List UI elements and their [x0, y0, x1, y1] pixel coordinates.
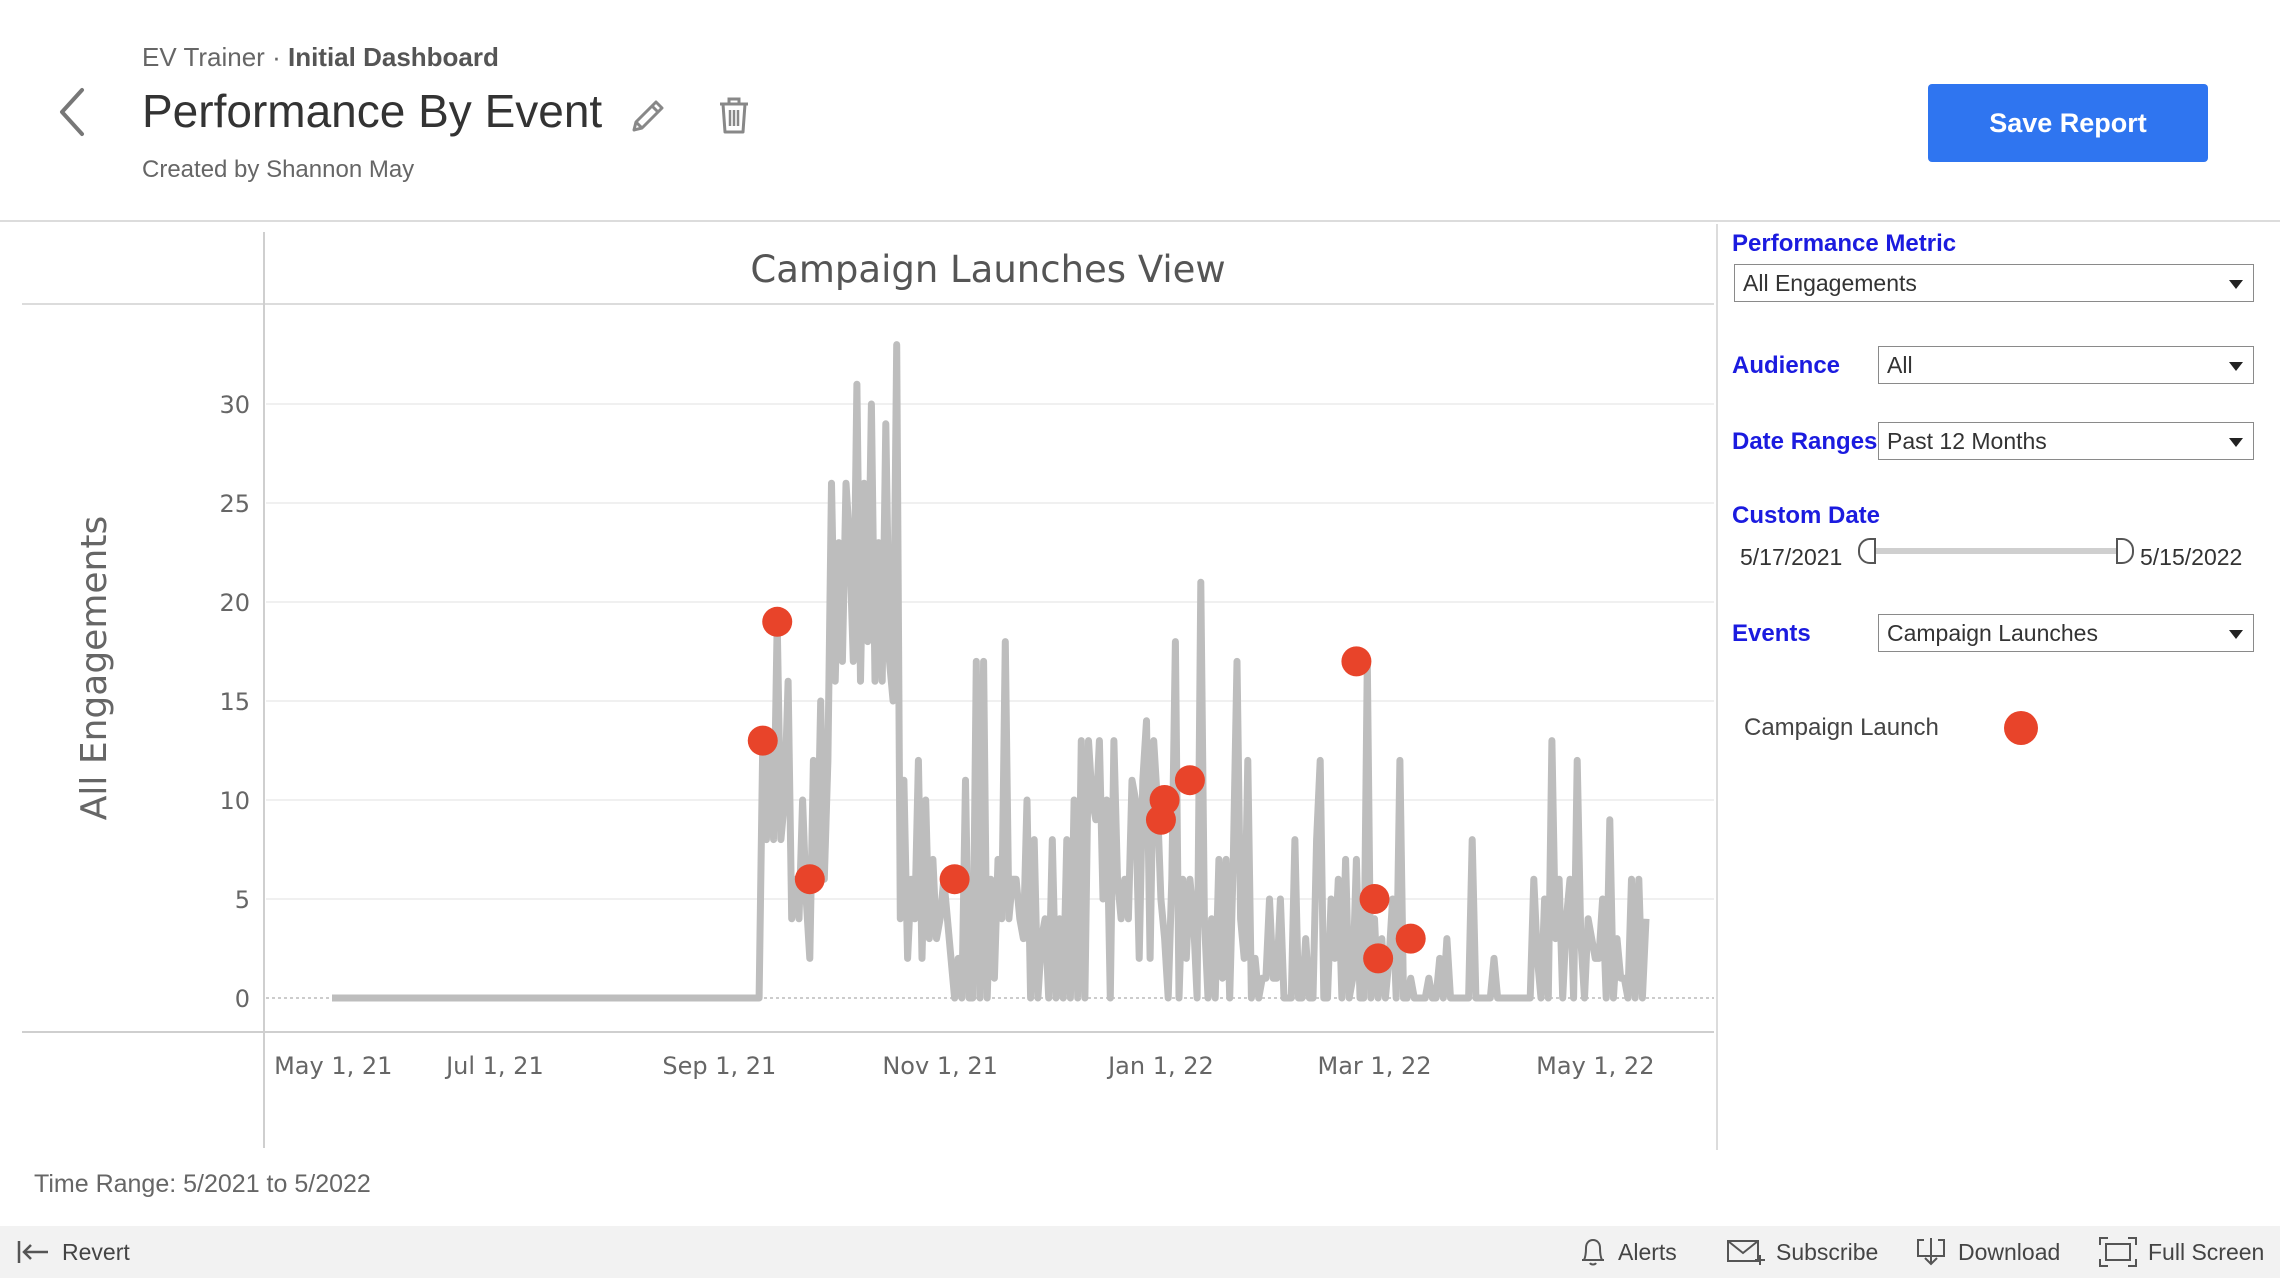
y-tick-label: 5 [235, 886, 250, 914]
campaign-launches-chart[interactable]: Campaign Launches View All Engagements 0… [0, 224, 1716, 1150]
mail-plus-icon [1727, 1240, 1765, 1265]
alerts-button[interactable]: Alerts [1578, 1234, 1677, 1270]
x-tick-label: May 1, 21 [274, 1052, 392, 1080]
date-ranges-label: Date Ranges [1732, 428, 1878, 455]
custom-date-start-handle[interactable] [1858, 538, 1876, 564]
full-screen-icon [2099, 1237, 2137, 1267]
events-label: Events [1732, 620, 1811, 647]
y-tick-label: 25 [219, 490, 250, 518]
performance-metric-select[interactable]: All Engagements [1734, 264, 2254, 302]
events-select[interactable]: Campaign Launches [1878, 614, 2254, 652]
y-tick-label: 0 [235, 985, 250, 1013]
custom-date-end: 5/15/2022 [2140, 544, 2243, 570]
campaign-launch-marker [1149, 785, 1180, 815]
dropdown-arrow-icon [2229, 280, 2243, 289]
created-by: Created by Shannon May [142, 156, 415, 183]
breadcrumb: EV Trainer · Initial Dashboard [142, 42, 499, 73]
dropdown-arrow-icon [2229, 630, 2243, 639]
campaign-launch-marker [794, 864, 825, 895]
revert-button[interactable]: Revert [16, 1234, 130, 1270]
subscribe-button[interactable]: Subscribe [1726, 1234, 1878, 1270]
engagement-series-line [332, 341, 1650, 1002]
y-tick-layer: 0 5 10 15 20 25 30 [219, 391, 250, 1013]
custom-date-start: 5/17/2021 [1740, 544, 1843, 570]
bell-icon [1582, 1238, 1604, 1266]
full-screen-label: Full Screen [2148, 1238, 2265, 1265]
campaign-launch-marker [1359, 884, 1390, 914]
y-tick-label: 20 [219, 589, 250, 617]
y-axis-label: All Engagements [74, 516, 115, 820]
download-label: Download [1958, 1238, 2061, 1265]
download-button[interactable]: Download [1914, 1234, 2060, 1270]
custom-date-slider-track[interactable] [1866, 548, 2118, 554]
x-tick-label: Jul 1, 21 [444, 1052, 544, 1080]
legend-marker [2004, 711, 2038, 745]
full-screen-button[interactable]: Full Screen [2098, 1234, 2264, 1270]
campaign-launch-marker [1341, 646, 1372, 677]
revert-label: Revert [62, 1238, 130, 1265]
breadcrumb-dashboard: Initial Dashboard [287, 42, 499, 72]
page-title: Performance By Event [142, 85, 603, 137]
bottom-toolbar: Revert Alerts Subscribe Download Full Sc… [0, 1226, 2280, 1278]
pencil-icon[interactable] [626, 94, 670, 138]
legend-label: Campaign Launch [1744, 714, 1939, 741]
campaign-launch-marker [1395, 923, 1426, 954]
campaign-launch-marker [747, 725, 778, 756]
x-tick-label: Sep 1, 21 [662, 1052, 776, 1080]
alerts-label: Alerts [1618, 1238, 1677, 1265]
revert-icon [17, 1241, 48, 1263]
chart-container: Campaign Launches View All Engagements 0… [0, 224, 1716, 1150]
custom-date-label: Custom Date [1732, 502, 1881, 529]
y-tick-label: 15 [219, 688, 250, 716]
breadcrumb-workbook[interactable]: EV Trainer [142, 42, 265, 72]
audience-label: Audience [1732, 352, 1841, 379]
x-tick-label: Nov 1, 21 [882, 1052, 998, 1080]
y-tick-label: 30 [219, 391, 250, 419]
audience-select[interactable]: All [1878, 346, 2254, 384]
x-tick-label: Jan 1, 22 [1106, 1052, 1214, 1080]
y-tick-label: 10 [219, 787, 250, 815]
audience-value: All [1887, 352, 1913, 378]
time-range-note: Time Range: 5/2021 to 5/2022 [34, 1170, 371, 1198]
x-tick-label: Mar 1, 22 [1318, 1052, 1432, 1080]
performance-metric-label: Performance Metric [1732, 230, 1957, 257]
date-ranges-select[interactable]: Past 12 Months [1878, 422, 2254, 460]
back-arrow-icon[interactable] [52, 82, 92, 142]
date-ranges-value: Past 12 Months [1887, 428, 2047, 454]
chart-title: Campaign Launches View [750, 248, 1225, 291]
download-icon [1917, 1238, 1945, 1266]
save-report-button[interactable]: Save Report [1928, 84, 2208, 162]
series-line-layer [332, 341, 1650, 1002]
subscribe-label: Subscribe [1776, 1238, 1879, 1265]
performance-metric-value: All Engagements [1743, 270, 1917, 296]
campaign-launch-marker [1363, 943, 1394, 974]
x-tick-layer: May 1, 21 Jul 1, 21 Sep 1, 21 Nov 1, 21 Jan … [274, 1052, 1654, 1080]
campaign-launch-marker [939, 864, 970, 895]
x-tick-label: May 1, 22 [1536, 1052, 1654, 1080]
campaign-launch-marker [762, 606, 793, 637]
dashboard-header: EV Trainer · Initial Dashboard Performan… [0, 0, 2280, 222]
breadcrumb-separator: · [272, 42, 281, 72]
campaign-launch-marker [1174, 765, 1205, 796]
dropdown-arrow-icon [2229, 362, 2243, 371]
events-value: Campaign Launches [1887, 620, 2098, 646]
trash-icon[interactable] [714, 94, 754, 138]
dropdown-arrow-icon [2229, 438, 2243, 447]
